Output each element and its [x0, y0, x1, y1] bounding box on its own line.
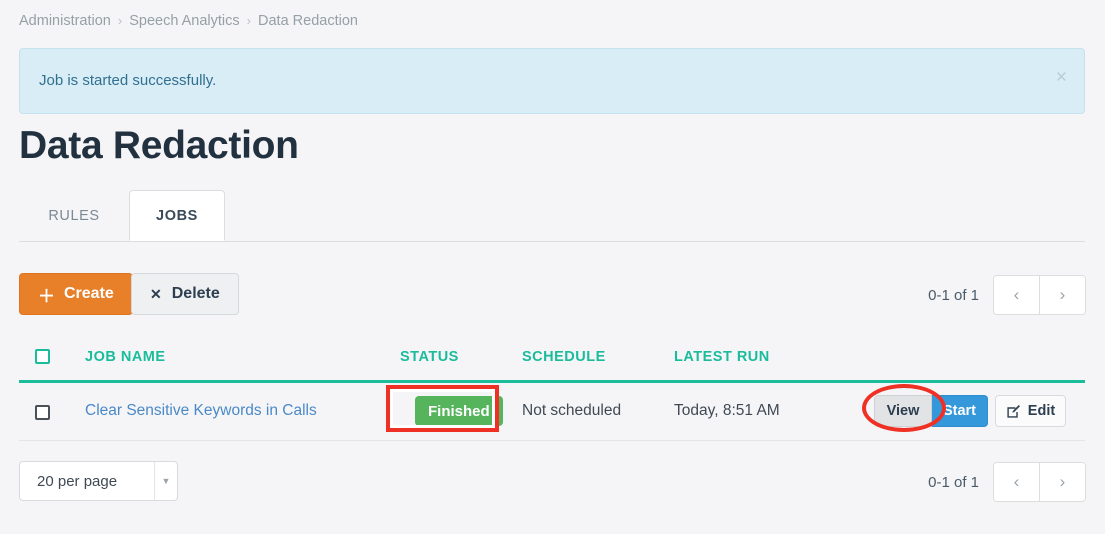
column-header-status[interactable]: STATUS — [400, 349, 459, 365]
row-actions: View Start Edit — [874, 395, 1066, 427]
breadcrumb-item-data-redaction[interactable]: Data Redaction — [258, 13, 358, 29]
edit-button[interactable]: Edit — [995, 395, 1066, 427]
tab-bar: RULES JOBS — [19, 190, 1085, 242]
delete-button-label: Delete — [171, 285, 220, 302]
per-page-select[interactable]: 20 per page ▼ — [19, 461, 178, 501]
pagination-buttons: ‹ › — [993, 462, 1086, 502]
chevron-down-icon[interactable]: ▼ — [154, 462, 177, 500]
view-button[interactable]: View — [874, 395, 932, 427]
per-page-selected-value: 20 per page — [37, 472, 118, 490]
close-x-icon: ✕ — [150, 285, 162, 302]
tab-jobs[interactable]: JOBS — [129, 190, 225, 241]
chevron-right-icon[interactable]: › — [1040, 463, 1085, 501]
breadcrumb: Administration › Speech Analytics › Data Red… — [19, 13, 358, 29]
row-select-checkbox[interactable] — [35, 405, 50, 420]
create-button-label: Create — [64, 285, 114, 302]
job-name-link[interactable]: Clear Sensitive Keywords in Calls — [85, 402, 317, 420]
chevron-left-icon[interactable]: ‹ — [994, 276, 1040, 314]
pagination-range-label: 0-1 of 1 — [928, 473, 979, 491]
chevron-left-icon[interactable]: ‹ — [994, 463, 1040, 501]
table-header-row: JOB NAME STATUS SCHEDULE LATEST RUN — [19, 337, 1085, 383]
jobs-table: JOB NAME STATUS SCHEDULE LATEST RUN Clea… — [19, 337, 1085, 441]
edit-button-label: Edit — [1027, 403, 1056, 419]
breadcrumb-item-speech-analytics[interactable]: Speech Analytics — [129, 13, 239, 29]
table-row: Clear Sensitive Keywords in Calls Finish… — [19, 383, 1085, 441]
pagination-top: 0-1 of 1 ‹ › — [928, 275, 1086, 315]
plus-icon: ＋ — [38, 286, 55, 306]
pagination-buttons: ‹ › — [993, 275, 1086, 315]
status-badge: Finished — [415, 396, 503, 426]
close-icon[interactable]: × — [1056, 68, 1067, 87]
pagination-range-label: 0-1 of 1 — [928, 286, 979, 304]
latest-run-value: Today, 8:51 AM — [674, 402, 780, 419]
chevron-right-icon[interactable]: › — [1040, 276, 1085, 314]
schedule-value: Not scheduled — [522, 402, 622, 419]
select-all-checkbox[interactable] — [35, 349, 50, 364]
breadcrumb-separator-icon: › — [117, 13, 123, 28]
column-header-schedule[interactable]: SCHEDULE — [522, 349, 606, 365]
pagination-bottom: 0-1 of 1 ‹ › — [928, 462, 1086, 502]
page-title: Data Redaction — [19, 124, 299, 167]
delete-button[interactable]: ✕ Delete — [131, 273, 239, 315]
column-header-latest-run[interactable]: LATEST RUN — [674, 349, 770, 365]
breadcrumb-separator-icon: › — [246, 13, 251, 28]
create-button[interactable]: ＋ Create — [19, 273, 133, 315]
tab-rules[interactable]: RULES — [19, 190, 129, 241]
pencil-square-icon — [1006, 404, 1021, 419]
success-alert: Job is started successfully. × — [19, 48, 1085, 114]
breadcrumb-item-administration[interactable]: Administration — [19, 13, 111, 29]
column-header-job-name[interactable]: JOB NAME — [85, 349, 166, 365]
alert-message: Job is started successfully. — [39, 72, 217, 89]
start-button[interactable]: Start — [932, 395, 988, 427]
